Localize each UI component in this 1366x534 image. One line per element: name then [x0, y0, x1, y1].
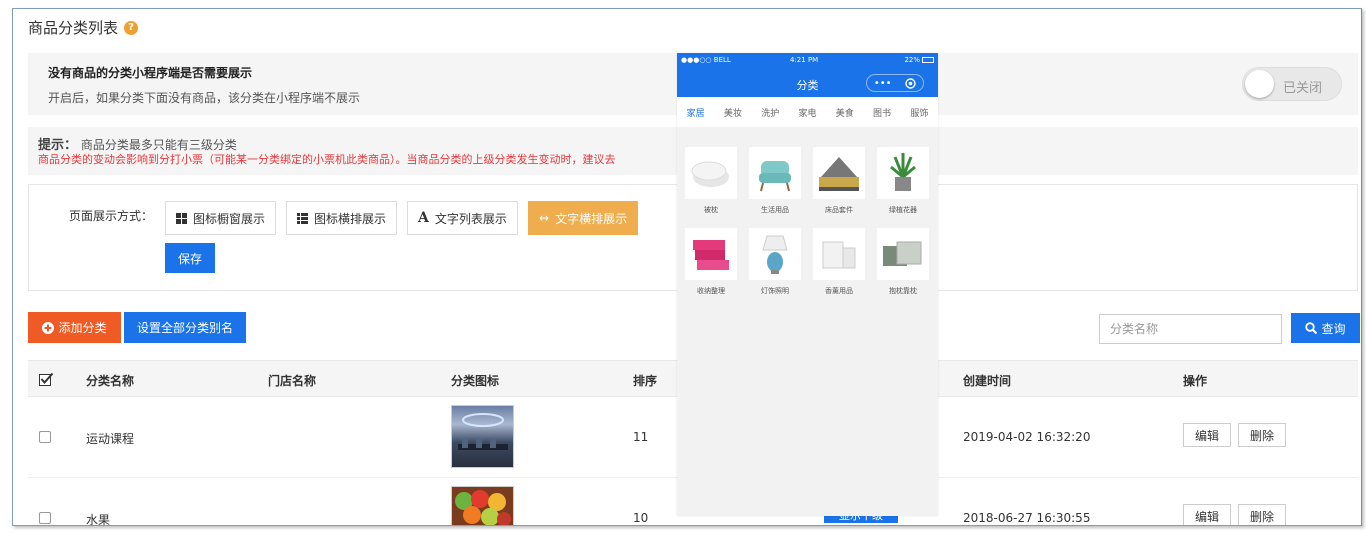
delete-button[interactable]: 删除	[1238, 504, 1287, 525]
phone-category-item[interactable]: 香薰用品	[813, 228, 865, 296]
save-button[interactable]: 保存	[165, 243, 215, 273]
chair-icon	[759, 161, 791, 192]
storage-icon	[693, 240, 729, 270]
phone-tab[interactable]: 服饰	[910, 106, 928, 119]
phone-tab[interactable]: 图书	[873, 106, 891, 119]
phone-tab[interactable]: 家居	[687, 106, 705, 119]
text-icon: A	[418, 210, 429, 226]
toggle-label: 已关闭	[1283, 81, 1323, 96]
set-all-alias-button[interactable]: 设置全部分类别名	[124, 312, 246, 343]
plus-circle-icon	[42, 321, 55, 334]
phone-category-item[interactable]: 灯饰照明	[749, 228, 801, 296]
show-empty-toggle[interactable]: 已关闭	[1242, 67, 1342, 101]
row-name: 运动课程	[86, 432, 135, 446]
mode-icon-window-button[interactable]: 图标橱窗展示	[165, 201, 277, 235]
category-search-input[interactable]	[1099, 314, 1282, 344]
edit-button[interactable]: 编辑	[1183, 423, 1232, 447]
battery-icon	[922, 57, 934, 63]
phone-tab[interactable]: 美食	[836, 106, 854, 119]
phone-tabs: 家居 美妆 洗护 家电 美食 图书 服饰	[677, 97, 938, 127]
col-sort: 排序	[633, 374, 658, 388]
miniprogram-preview: ●●●○○ BELL 4:21 PM 22% 分类 ••• 家居 美妆 洗护 家…	[677, 53, 938, 516]
toggle-knob	[1245, 70, 1274, 98]
mode-icon-row-button[interactable]: 图标横排展示	[286, 201, 398, 235]
row-created: 2019-04-02 16:32:20	[963, 430, 1091, 444]
help-icon[interactable]: ?	[124, 20, 139, 35]
delete-button[interactable]: 删除	[1238, 423, 1287, 447]
tip-line-1: 商品分类最多只能有三级分类	[80, 138, 237, 152]
category-thumbnail	[451, 486, 514, 525]
phone-tab[interactable]: 美妆	[724, 106, 742, 119]
phone-header: ●●●○○ BELL 4:21 PM 22% 分类 •••	[677, 53, 938, 97]
setting-description: 开启后，如果分类下面没有商品，该分类在小程序端不展示	[48, 91, 361, 105]
col-name: 分类名称	[86, 374, 135, 388]
more-icon: •••	[873, 77, 892, 89]
row-name: 水果	[86, 513, 111, 526]
col-created: 创建时间	[963, 374, 1012, 388]
phone-capsule[interactable]: •••	[866, 74, 924, 92]
col-icon: 分类图标	[451, 374, 500, 388]
row-checkbox[interactable]	[39, 431, 51, 443]
arrows-icon: ↔	[539, 211, 550, 225]
edit-button[interactable]: 编辑	[1183, 504, 1232, 525]
row-sort: 10	[633, 511, 649, 525]
phone-category-item[interactable]: 生活用品	[749, 147, 801, 215]
col-ops: 操作	[1183, 374, 1208, 388]
status-carrier: ●●●○○ BELL	[681, 56, 731, 64]
pillow-icon	[691, 161, 729, 187]
status-time: 4:21 PM	[790, 56, 819, 64]
phone-category-item[interactable]: 收纳整理	[685, 228, 737, 296]
candle-icon	[822, 241, 856, 269]
select-all-checkbox[interactable]	[39, 372, 54, 387]
row-created: 2018-06-27 16:30:55	[963, 511, 1091, 525]
mode-text-list-button[interactable]: A 文字列表展示	[407, 201, 518, 235]
plant-icon	[890, 153, 916, 191]
phone-category-item[interactable]: 抱枕靠枕	[877, 228, 929, 296]
mode-text-row-button[interactable]: ↔ 文字横排展示	[528, 201, 639, 235]
lamp-icon	[762, 235, 788, 274]
setting-heading: 没有商品的分类小程序端是否需要展示	[48, 66, 253, 80]
phone-tab[interactable]: 洗护	[761, 106, 779, 119]
cushion-icon	[883, 241, 922, 266]
close-circle-icon	[905, 77, 916, 89]
phone-category-item[interactable]: 被枕	[685, 147, 737, 215]
tip-line-2: 商品分类的变动会影响到分打小票（可能某一分类绑定的小票机此类商品）。当商品分类的…	[38, 153, 616, 166]
display-mode-label: 页面展示方式：	[69, 209, 154, 223]
category-thumbnail	[451, 405, 514, 468]
row-sort: 11	[633, 430, 649, 444]
search-icon	[1305, 322, 1318, 334]
list-icon	[297, 212, 308, 224]
search-button[interactable]: 查询	[1291, 313, 1360, 343]
add-category-button[interactable]: 添加分类	[28, 312, 121, 343]
grid-icon	[176, 212, 187, 224]
col-store: 门店名称	[268, 374, 317, 388]
row-checkbox[interactable]	[39, 512, 51, 524]
page-title: 商品分类列表 ?	[28, 17, 139, 38]
phone-category-item[interactable]: 床品套件	[813, 147, 865, 215]
status-battery: 22%	[904, 56, 920, 64]
phone-category-item[interactable]: 绿植花器	[877, 147, 929, 215]
main-panel: 商品分类列表 ? 没有商品的分类小程序端是否需要展示 开启后，如果分类下面没有商…	[12, 8, 1362, 526]
phone-tab[interactable]: 家电	[798, 106, 816, 119]
bed-icon	[819, 157, 859, 191]
